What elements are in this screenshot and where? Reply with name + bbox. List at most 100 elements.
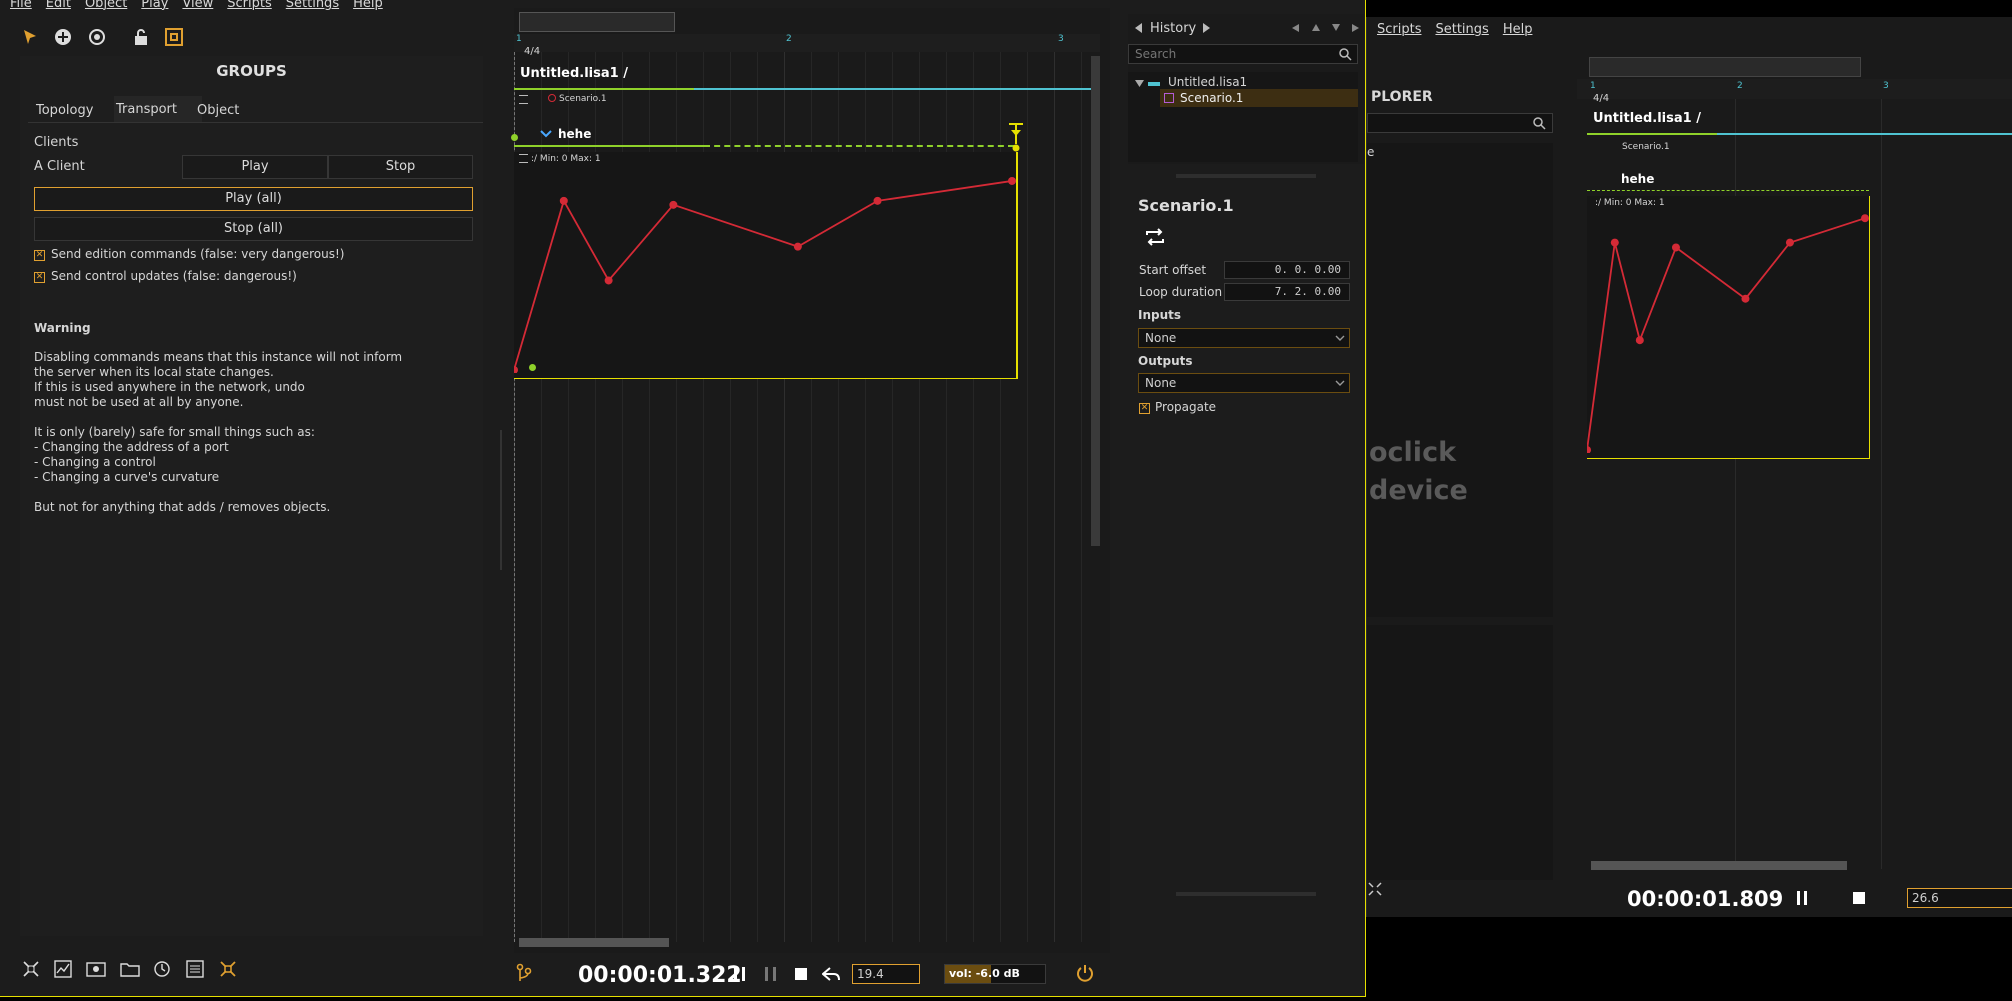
curve-point[interactable] — [514, 366, 518, 373]
menu-edit[interactable]: Edit — [46, 0, 71, 11]
lock-icon[interactable] — [133, 28, 149, 46]
curve-point[interactable] — [1008, 176, 1016, 185]
menu-icon[interactable] — [519, 95, 528, 104]
pause-icon[interactable] — [1797, 891, 1807, 905]
history-splitter[interactable] — [1176, 174, 1316, 178]
main-timeline[interactable]: 1 2 3 4/4 Untitled.lisa1 / Scenario.1 he… — [511, 8, 1110, 953]
second-curve[interactable] — [1587, 203, 1869, 453]
client-stop-button[interactable]: Stop — [328, 155, 473, 179]
second-timeline[interactable]: 1 2 3 4/4 Untitled.lisa1 / Scenario.1 he… — [1577, 53, 2012, 878]
warning-line — [34, 485, 402, 500]
loop-duration-field[interactable]: 7. 2. 0.00 — [1224, 283, 1350, 301]
fit-icon[interactable] — [1367, 881, 1383, 897]
send-control-checkbox[interactable]: ✕ — [34, 272, 45, 283]
interval-dashed-line — [704, 145, 1014, 147]
play-all-button[interactable]: Play (all) — [34, 187, 473, 211]
power-icon[interactable] — [1076, 964, 1094, 982]
v-scrollbar[interactable] — [1091, 56, 1100, 546]
fit-view-icon[interactable] — [165, 28, 183, 46]
pause-icon[interactable] — [765, 967, 776, 981]
tab-object[interactable]: Object — [197, 103, 239, 118]
collapse-left-icon[interactable] — [1135, 23, 1143, 33]
menu-icon[interactable] — [519, 154, 528, 163]
branch-icon[interactable] — [516, 963, 532, 983]
chevron-down-icon[interactable] — [540, 130, 552, 138]
second-ruler[interactable] — [1577, 79, 2012, 99]
curve-point[interactable] — [1587, 446, 1591, 453]
curve-point[interactable] — [1635, 336, 1644, 345]
ruler-tick: 1 — [1590, 81, 1596, 91]
curve-point[interactable] — [669, 200, 678, 209]
menu-scripts[interactable]: Scripts — [227, 0, 271, 11]
stop-icon[interactable] — [1853, 892, 1865, 904]
time-signature[interactable]: 4/4 — [1593, 93, 1609, 104]
zoom-bar[interactable] — [519, 12, 675, 32]
ruler-tick: 3 — [1058, 34, 1064, 44]
nav-down-icon[interactable] — [1332, 24, 1340, 31]
curve-point[interactable] — [1785, 238, 1794, 247]
groups-splitter[interactable] — [500, 430, 502, 570]
menu-file[interactable]: File — [10, 0, 32, 11]
menu-help[interactable]: Help — [1503, 22, 1533, 37]
curve-point[interactable] — [793, 242, 802, 251]
graph-icon[interactable] — [54, 960, 72, 978]
curve-point[interactable] — [1741, 294, 1750, 303]
curve-point[interactable] — [1671, 243, 1680, 252]
start-offset-field[interactable]: 0. 0. 0.00 — [1224, 261, 1350, 279]
device-icon[interactable] — [86, 960, 106, 978]
menu-object[interactable]: Object — [85, 0, 127, 11]
second-h-scrollbar[interactable] — [1591, 861, 1847, 870]
speed-field[interactable]: 19.4 — [852, 964, 920, 984]
curve-point[interactable] — [873, 196, 882, 205]
volume-slider[interactable]: vol: -6.0 dB — [944, 964, 1046, 984]
loop-icon[interactable] — [1144, 228, 1166, 246]
history-icon[interactable] — [153, 960, 171, 978]
ruler[interactable] — [514, 34, 1100, 52]
menu-scripts[interactable]: Scripts — [1377, 22, 1421, 37]
second-zoom-bar[interactable] — [1589, 57, 1861, 77]
curve-point[interactable] — [1610, 238, 1619, 247]
tree-root-label[interactable]: Untitled.lisa1 — [1168, 75, 1247, 89]
curve-line[interactable] — [514, 180, 1013, 371]
menu-help[interactable]: Help — [353, 0, 383, 11]
expand-icon[interactable] — [22, 960, 40, 978]
menu-settings[interactable]: Settings — [286, 0, 339, 11]
h-scrollbar[interactable] — [519, 938, 669, 947]
nav-left-icon[interactable] — [1292, 24, 1299, 32]
collapse-right-icon[interactable] — [1202, 23, 1210, 33]
menu-settings[interactable]: Settings — [1435, 22, 1488, 37]
send-edition-checkbox[interactable]: ✕ — [34, 250, 45, 261]
inputs-select[interactable]: None — [1138, 328, 1350, 348]
play-tool-icon[interactable] — [88, 28, 106, 46]
menu-play[interactable]: Play — [141, 0, 168, 11]
propagate-checkbox[interactable]: ✕ — [1139, 403, 1150, 414]
inspector-splitter[interactable] — [1176, 892, 1316, 896]
curve-point[interactable] — [604, 276, 613, 285]
outputs-select[interactable]: None — [1138, 373, 1350, 393]
curve-point[interactable] — [1861, 214, 1869, 223]
nav-up-icon[interactable] — [1312, 24, 1320, 31]
curve-line[interactable] — [1587, 217, 1866, 451]
end-trigger-icon[interactable] — [1008, 122, 1024, 152]
curve-point[interactable] — [559, 196, 568, 205]
explorer-search[interactable] — [1367, 113, 1553, 133]
nav-right-icon[interactable] — [1352, 24, 1359, 32]
folder-icon[interactable] — [120, 960, 140, 978]
main-curve[interactable] — [514, 168, 1016, 373]
client-play-button[interactable]: Play — [182, 155, 328, 179]
menu-view[interactable]: View — [182, 0, 213, 11]
explorer-item[interactable]: e — [1367, 145, 1374, 159]
fullview-icon[interactable] — [219, 960, 237, 978]
speed-field[interactable]: 26.6 — [1907, 888, 2012, 908]
tab-transport[interactable]: Transport — [116, 102, 177, 117]
stop-all-button[interactable]: Stop (all) — [34, 217, 473, 241]
tab-topology[interactable]: Topology — [36, 103, 93, 118]
history-search-input[interactable] — [1128, 44, 1358, 64]
stop-icon[interactable] — [795, 968, 807, 980]
reset-icon[interactable] — [822, 966, 840, 982]
pointer-tool-icon[interactable] — [22, 28, 38, 46]
log-icon[interactable] — [186, 960, 204, 978]
create-tool-icon[interactable] — [54, 28, 72, 46]
tree-expand-icon[interactable] — [1135, 80, 1144, 87]
play-pause-icon[interactable] — [734, 967, 745, 981]
